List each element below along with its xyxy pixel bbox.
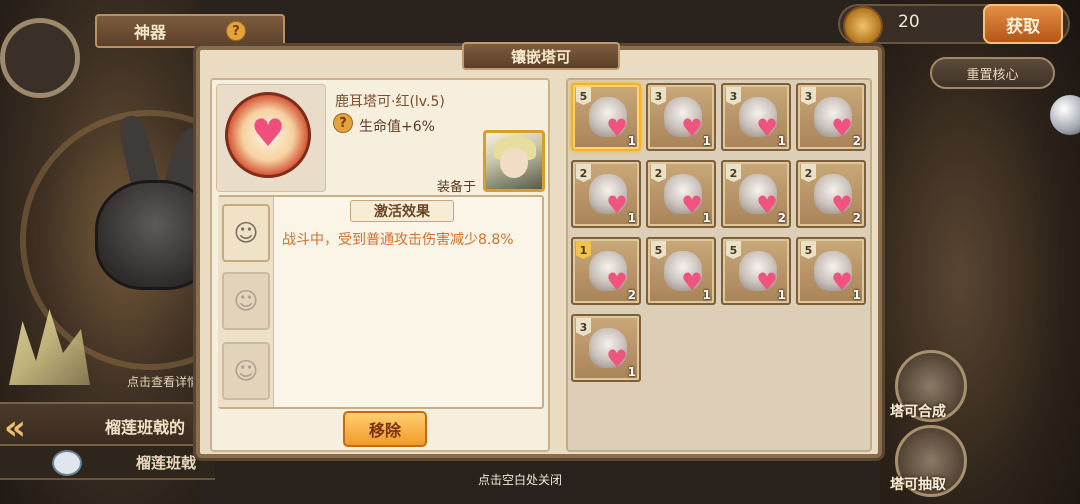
taco-card[interactable]: ♥ 5 1 <box>721 237 791 305</box>
taco-card[interactable]: ♥ 2 1 <box>646 160 716 228</box>
card-level-badge: 2 <box>576 164 591 182</box>
shield-icon[interactable] <box>52 450 82 476</box>
panel-title: 镶嵌塔可 <box>462 42 620 70</box>
card-level-badge: 2 <box>651 164 666 182</box>
card-count: 1 <box>627 134 636 148</box>
taco-card[interactable]: ♥ 3 1 <box>571 314 641 382</box>
stat-help-icon[interactable]: ? <box>333 113 353 133</box>
heart-gem-icon: ♥ <box>250 111 286 155</box>
taco-card[interactable]: ♥ 3 1 <box>646 83 716 151</box>
back-arrow-icon[interactable]: « <box>4 408 58 448</box>
item-name: 鹿耳塔可·红(lv.5) <box>335 94 445 110</box>
raccoon-slot-icon: ☺ <box>233 287 259 315</box>
activation-effect-title: 激活效果 <box>350 200 454 222</box>
bottom-title-label: 榴莲班戟的 <box>105 418 186 437</box>
card-level-badge: 3 <box>576 318 591 336</box>
synthesize-button-label[interactable]: 塔可合成 <box>890 401 946 421</box>
card-level-badge: 3 <box>651 87 666 105</box>
card-level-badge: 3 <box>726 87 741 105</box>
slot-inactive[interactable]: ☺ <box>222 342 270 400</box>
card-count: 2 <box>777 211 786 225</box>
draw-button-label[interactable]: 塔可抽取 <box>890 474 946 494</box>
artifact-banner: 神器 ? <box>95 14 285 48</box>
taco-card[interactable]: ♥ 1 2 <box>571 237 641 305</box>
card-count: 1 <box>702 288 711 302</box>
card-level-badge: 5 <box>726 241 741 259</box>
card-level-badge: 5 <box>576 87 591 105</box>
raccoon-slot-icon: ☺ <box>233 219 259 247</box>
currency-icon <box>843 6 883 46</box>
taco-card[interactable]: ♥ 3 2 <box>796 83 866 151</box>
equipped-on-label: 装备于 <box>437 180 477 195</box>
taco-card[interactable]: ♥ 5 1 <box>571 83 641 151</box>
help-icon[interactable]: ? <box>226 21 246 41</box>
card-count: 1 <box>627 365 636 379</box>
taco-card[interactable]: ♥ 3 1 <box>721 83 791 151</box>
card-level-badge: 1 <box>576 241 591 259</box>
card-level-badge: 2 <box>726 164 741 182</box>
artifact-logo-icon[interactable] <box>0 18 80 98</box>
slot-inactive[interactable]: ☺ <box>222 272 270 330</box>
taco-card[interactable]: ♥ 2 2 <box>796 160 866 228</box>
card-count: 1 <box>777 134 786 148</box>
slot-active[interactable]: ☺ <box>222 204 270 262</box>
card-count: 1 <box>852 288 861 302</box>
card-level-badge: 5 <box>651 241 666 259</box>
card-level-badge: 3 <box>801 87 816 105</box>
currency-value: 20 <box>898 12 920 32</box>
card-level-badge: 2 <box>801 164 816 182</box>
taco-card[interactable]: ♥ 2 1 <box>571 160 641 228</box>
close-hint[interactable]: 点击空白处关闭 <box>478 471 562 488</box>
stat-text: 生命值+6% <box>359 119 435 135</box>
get-currency-button[interactable]: 获取 <box>983 4 1063 44</box>
hero-face <box>500 148 528 178</box>
card-count: 2 <box>627 288 636 302</box>
taco-card[interactable]: ♥ 5 1 <box>646 237 716 305</box>
card-count: 1 <box>627 211 636 225</box>
tap-for-details-hint[interactable]: 点击查看详情 <box>127 373 199 390</box>
taco-card[interactable]: ♥ 2 2 <box>721 160 791 228</box>
remove-button[interactable]: 移除 <box>343 411 427 447</box>
card-count: 1 <box>777 288 786 302</box>
card-count: 2 <box>852 211 861 225</box>
hamster-slot-icon: ☺ <box>233 357 259 385</box>
card-count: 2 <box>852 134 861 148</box>
card-level-badge: 5 <box>801 241 816 259</box>
bottom-subtitle-label: 榴莲班戟 <box>136 454 197 472</box>
reset-core-button[interactable]: 重置核心 <box>930 57 1055 89</box>
artifact-banner-title: 神器 <box>133 23 166 42</box>
activation-effect-text: 战斗中，受到普通攻击伤害减少8.8% <box>282 232 514 248</box>
card-count: 1 <box>702 211 711 225</box>
taco-card[interactable]: ♥ 5 1 <box>796 237 866 305</box>
card-count: 1 <box>702 134 711 148</box>
